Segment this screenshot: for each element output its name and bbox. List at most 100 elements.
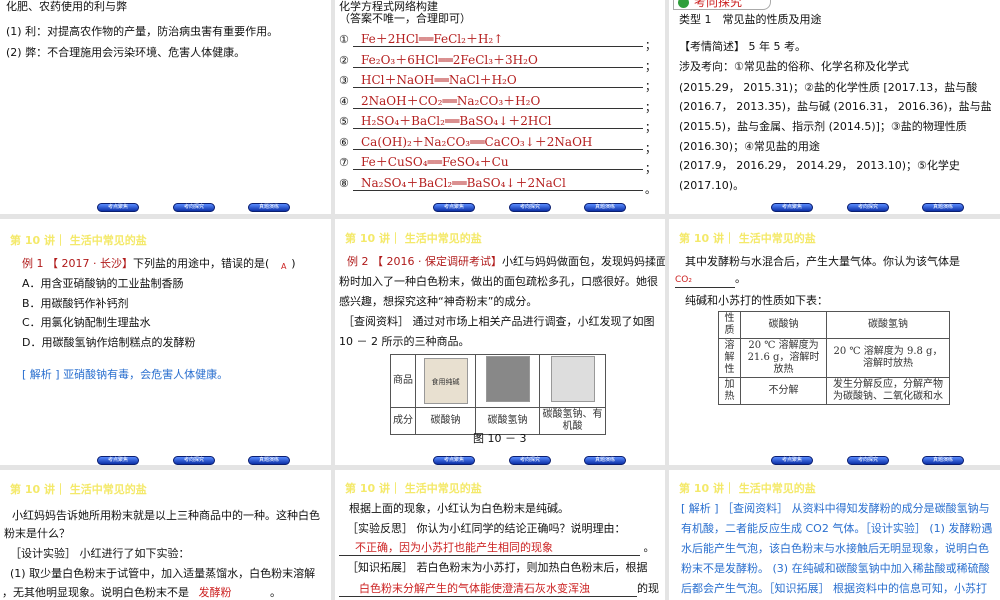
analysis-line: [ 解析 ] ［查阅资料］ 从资料中得知发酵粉的成分是碳酸氢钠与: [681, 502, 990, 515]
product-image-baking-soda: [485, 356, 530, 402]
row-label: 溶解性: [718, 338, 741, 378]
question-text: 下列盐的用途中，错误的是( ): [132, 257, 296, 270]
nav-button-explore[interactable]: 考向探究: [847, 456, 889, 465]
lecture-header: 第 10 讲｜ 生活中常见的盐: [345, 232, 482, 245]
equation-row: ④ 2NaOH＋CO₂══Na₂CO₃＋H₂O ；: [339, 94, 656, 114]
text-line: (1) 利：对提高农作物的产量，防治病虫害有重要作用。: [6, 25, 279, 38]
nav-button-practice[interactable]: 真题演练: [922, 203, 964, 212]
equation-row: ⑥ Ca(OH)₂＋Na₂CO₃══CaCO₃↓＋2NaOH ；: [339, 135, 656, 155]
punctuation: 。: [735, 272, 746, 285]
table-cell: 20 ℃ 溶解度为 21.6 g，溶解时放热: [740, 338, 827, 378]
text-line: (2016.7， 2013.35)，盐与碱 (2016.31， 2016.36)…: [679, 100, 992, 113]
text-line: (2017.10)。: [679, 179, 745, 192]
slide-example-2[interactable]: 第 10 讲｜ 生活中常见的盐 例 2 【 2016 · 保定调研考试】小红与妈…: [335, 219, 665, 465]
nav-button-explore[interactable]: 考向探究: [509, 456, 551, 465]
answer-mark: A: [281, 262, 287, 271]
punctuation: 。: [643, 541, 655, 554]
slide-example-1[interactable]: 第 10 讲｜ 生活中常见的盐 例 1 【 2017 · 长沙】下列盐的用途中，…: [0, 219, 331, 465]
text-line: 根据上面的现象，小红认为白色粉末是纯碱。: [349, 502, 569, 515]
lecture-header: 第 10 讲｜ 生活中常见的盐: [10, 483, 147, 496]
equation-number: ⑤: [339, 115, 349, 128]
slide-equations[interactable]: 化学方程式网络构建 （答案不唯一，合理即可） ① Fe＋2HCl══FeCl₂＋H…: [335, 0, 665, 214]
lecture-header: 第 10 讲｜ 生活中常见的盐: [345, 482, 482, 495]
nav-button-practice[interactable]: 真题演练: [584, 456, 626, 465]
text-line: (2016.30)；④常见盐的用途: [679, 140, 820, 153]
equation-formula: Ca(OH)₂＋Na₂CO₃══CaCO₃↓＋2NaOH: [361, 134, 593, 149]
text-line: ［实验反思］ 你认为小红同学的结论正确吗？说明理由：: [347, 522, 626, 535]
option-c: C．用氯化钠配制生理盐水: [22, 316, 151, 329]
nav-button-focus[interactable]: 考点聚焦: [433, 203, 475, 212]
text-line: ［查阅资料］ 通过对市场上相关产品进行调查，小红发现了如图: [343, 315, 655, 328]
analysis-line: 粉末不是发酵粉。 (3) 在纯碱和碳酸氢钠中加入稀盐酸或稀硫酸: [681, 562, 990, 575]
punctuation: 。: [270, 586, 281, 599]
text-tail: 的现: [637, 582, 659, 595]
option-d: D．用碳酸氢钠作焙制糕点的发酵粉: [22, 336, 196, 349]
nav-button-practice[interactable]: 真题演练: [584, 203, 626, 212]
row-label: 成分: [390, 407, 416, 435]
answer-line: 白色粉末分解产生的气体能使澄清石灰水变浑浊 的现: [339, 582, 659, 597]
question: 例 1 【 2017 · 长沙】下列盐的用途中，错误的是( ) A: [22, 257, 296, 271]
equation-formula: Na₂SO₄＋BaCl₂══BaSO₄↓＋2NaCl: [361, 175, 566, 190]
nav-button-focus[interactable]: 考点聚焦: [97, 203, 139, 212]
answer-blank: 白色粉末分解产生的气体能使澄清石灰水变浑浊: [339, 582, 637, 597]
equation-number: ⑦: [339, 156, 349, 169]
lecture-header: 第 10 讲｜ 生活中常见的盐: [679, 482, 816, 495]
text-line: (2017.9， 2016.29， 2014.29， 2013.10)；⑤化学史: [679, 159, 960, 172]
nav-button-focus[interactable]: 考点聚焦: [771, 456, 813, 465]
text-line: ［知识拓展］ 若白色粉末为小苏打，则加热白色粉末后，根据: [347, 561, 648, 574]
text-line: 涉及考向：①常见盐的俗称、化学名称及化学式: [679, 60, 909, 73]
nav-button-explore[interactable]: 考向探究: [847, 203, 889, 212]
text-line: (2015.29， 2015.31)；②盐的化学性质 [2017.13，盐与酸: [679, 81, 978, 94]
slide-analysis[interactable]: 第 10 讲｜ 生活中常见的盐 [ 解析 ] ［查阅资料］ 从资料中得知发酵粉的…: [669, 470, 1000, 600]
row-label: 加热: [718, 377, 741, 405]
text-line: 小红妈妈告诉她所用粉末就是以上三种商品中的一种。这种白色: [12, 509, 320, 522]
answer-blank: 不正确，因为小苏打也能产生相同的现象: [339, 541, 640, 556]
nav-button-practice[interactable]: 真题演练: [248, 456, 290, 465]
equation-row: ② Fe₂O₃＋6HCl══2FeCl₃＋3H₂O ；: [339, 53, 656, 73]
slide-reflection[interactable]: 第 10 讲｜ 生活中常见的盐 根据上面的现象，小红认为白色粉末是纯碱。 ［实验…: [335, 470, 665, 600]
analysis-line: 水后能产生气泡，该白色粉末与水接触后无明显现象，说明白色: [681, 542, 989, 555]
header-cell: 碳酸钠: [740, 311, 827, 339]
equation-formula: Fe＋2HCl══FeCl₂＋H₂↑: [361, 32, 504, 46]
punctuation: ；: [645, 141, 656, 155]
nav-button-practice[interactable]: 真题演练: [922, 456, 964, 465]
equation-formula: Fe₂O₃＋6HCl══2FeCl₃＋3H₂O: [361, 52, 538, 67]
text-line: (1) 取少量白色粉末于试管中，加入适量蒸馏水，白色粉末溶解: [10, 567, 316, 580]
nav-button-focus[interactable]: 考点聚焦: [97, 456, 139, 465]
text-line: 感兴趣，想探究这种“神奇粉末”的成分。: [339, 295, 538, 308]
slide-title: 化肥、农药使用的利与弊: [6, 0, 127, 13]
text-line: ，无其他明显现象。说明白色粉末不是 发酵粉 。: [2, 586, 281, 600]
punctuation: ；: [645, 39, 656, 52]
equation-row: ⑦ Fe＋CuSO₄══FeSO₄＋Cu ；: [339, 155, 656, 175]
nav-button-focus[interactable]: 考点聚焦: [771, 203, 813, 212]
slide-exam-trends[interactable]: 考向探究 类型 1 常见盐的性质及用途 【考情简述】 5 年 5 考。 涉及考向…: [669, 0, 1000, 214]
ingredient-cell: 碳酸氢钠、有机酸: [539, 407, 606, 435]
product-table: 商品 食用纯碱 成分 碳酸钠 碳酸氢钠 碳酸氢钠、有机酸: [390, 354, 606, 435]
slide-experiment[interactable]: 第 10 讲｜ 生活中常见的盐 小红妈妈告诉她所用粉末就是以上三种商品中的一种。…: [0, 470, 331, 600]
lecture-header: 第 10 讲｜ 生活中常见的盐: [10, 234, 147, 247]
equation-row: ③ HCl＋NaOH══NaCl＋H₂O ；: [339, 73, 656, 93]
ingredient-cell: 碳酸钠: [415, 407, 476, 435]
text-line: 例 2 【 2016 · 保定调研考试】小红与妈妈做面包，发现妈妈揉面: [347, 255, 665, 269]
nav-button-explore[interactable]: 考向探究: [173, 203, 215, 212]
table-cell: 发生分解反应，分解产物为碳酸钠、二氧化碳和水: [826, 377, 950, 405]
option-a: A．用含亚硝酸钠的工业盐制香肠: [22, 277, 184, 290]
equation-row: ⑧ Na₂SO₄＋BaCl₂══BaSO₄↓＋2NaCl 。: [339, 176, 656, 196]
lecture-header: 第 10 讲｜ 生活中常见的盐: [679, 232, 816, 245]
text-line: 10 － 2 所示的三种商品。: [339, 335, 470, 348]
slide-fertilizer[interactable]: 化肥、农药使用的利与弊 (1) 利：对提高农作物的产量，防治病虫害有重要作用。 …: [0, 0, 331, 214]
nav-button-explore[interactable]: 考向探究: [173, 456, 215, 465]
text-line: 粉时加入了一种白色粉末，做出的面包疏松多孔，口感很好。她很: [339, 275, 658, 288]
equation-number: ⑥: [339, 135, 349, 149]
nav-button-explore[interactable]: 考向探究: [509, 203, 551, 212]
answer-co2: CO₂: [675, 273, 735, 288]
question-source: 例 1 【 2017 · 长沙】: [22, 257, 133, 270]
equation-number: ④: [339, 94, 349, 108]
row-label: 商品: [390, 354, 416, 408]
slide-properties[interactable]: 第 10 讲｜ 生活中常见的盐 其中发酵粉与水混合后，产生大量气体。你认为该气体…: [669, 219, 1000, 465]
analysis-line: 有机酸，二者能反应生成 CO2 气体。［设计实验］ (1) 发酵粉遇: [681, 522, 993, 535]
nav-button-practice[interactable]: 真题演练: [248, 203, 290, 212]
nav-button-focus[interactable]: 考点聚焦: [433, 456, 475, 465]
equation-row: ⑤ H₂SO₄＋BaCl₂══BaSO₄↓＋2HCl ；: [339, 114, 656, 134]
text-line: (2) 弊：不合理施用会污染环境、危害人体健康。: [6, 46, 246, 59]
